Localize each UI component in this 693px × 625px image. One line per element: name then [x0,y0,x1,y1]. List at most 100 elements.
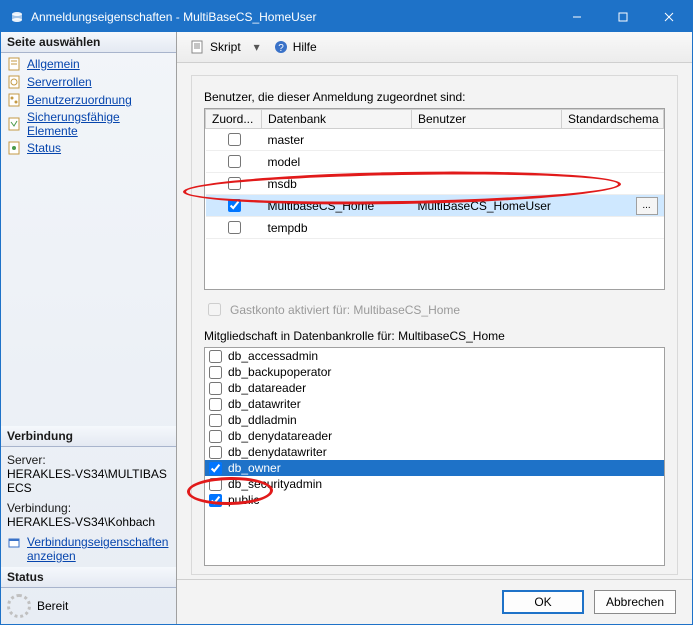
role-item[interactable]: db_accessadmin [205,348,664,364]
right-panel: Skript ▾ ? Hilfe Benutzer, die dieser An… [177,32,692,624]
svg-text:?: ? [278,43,284,54]
app-icon [9,9,25,25]
role-checkbox[interactable] [209,350,222,363]
cell-user: MultiBaseCS_HomeUser [412,195,562,217]
sidebar-item-allgemein[interactable]: Allgemein [1,55,176,73]
map-checkbox[interactable] [228,221,241,234]
role-item[interactable]: db_denydatareader [205,428,664,444]
db-mapping-grid[interactable]: Zuord... Datenbank Benutzer Standardsche… [204,108,665,290]
sidebar-item-benutzerzuordnung[interactable]: Benutzerzuordnung [1,91,176,109]
cell-database: tempdb [262,217,412,239]
table-row[interactable]: master [206,129,664,151]
page-icon [7,116,23,132]
status-text: Bereit [37,599,68,613]
map-checkbox[interactable] [228,155,241,168]
cell-database: master [262,129,412,151]
cell-user [412,151,562,173]
help-button[interactable]: ? Hilfe [266,36,324,58]
page-icon [7,74,23,90]
dialog-window: Anmeldungseigenschaften - MultiBaseCS_Ho… [0,0,693,625]
connection-info: Server: HERAKLES-VS34\MULTIBASECS Verbin… [1,447,176,567]
ok-button[interactable]: OK [502,590,584,614]
connection-properties-link[interactable]: Verbindungseigenschaften anzeigen [27,535,170,563]
minimize-button[interactable] [554,1,600,32]
title-bar: Anmeldungseigenschaften - MultiBaseCS_Ho… [1,1,692,32]
table-row[interactable]: MultibaseCS_HomeMultiBaseCS_HomeUser... [206,195,664,217]
roles-caption: Mitgliedschaft in Datenbankrolle für: Mu… [204,329,665,343]
role-checkbox[interactable] [209,494,222,507]
browse-schema-button[interactable]: ... [636,197,658,215]
table-row[interactable]: msdb [206,173,664,195]
role-item[interactable]: db_denydatawriter [205,444,664,460]
role-label: db_datareader [228,381,306,395]
role-checkbox[interactable] [209,462,222,475]
map-checkbox[interactable] [228,199,241,212]
role-checkbox[interactable] [209,366,222,379]
sidebar-item-label: Serverrollen [27,75,92,89]
script-button[interactable]: Skript [183,36,248,58]
cell-database: MultibaseCS_Home [262,195,412,217]
page-icon [7,140,23,156]
guest-checkbox [208,303,221,316]
sidebar-item-label: Allgemein [27,57,80,71]
cell-database: msdb [262,173,412,195]
status-header: Status [1,567,176,588]
connection-label: Verbindung: [7,501,170,515]
roles-listbox[interactable]: db_accessadmindb_backupoperator db_datare… [204,347,665,566]
role-checkbox[interactable] [209,398,222,411]
map-checkbox[interactable] [228,133,241,146]
role-item[interactable]: db_datareader [205,380,664,396]
cell-schema [562,129,664,151]
sidebar-item-serverrollen[interactable]: Serverrollen [1,73,176,91]
role-label: db_datawriter [228,397,301,411]
server-label: Server: [7,453,170,467]
cell-schema: ... [562,195,664,217]
sidebar-item-sicherungsfähige-elemente[interactable]: Sicherungsfähige Elemente [1,109,176,139]
cell-user [412,129,562,151]
role-label: db_ddladmin [228,413,297,427]
mapping-caption: Benutzer, die dieser Anmeldung zugeordne… [204,90,665,104]
sidebar-item-label: Status [27,141,61,155]
role-label: db_denydatawriter [228,445,327,459]
cell-database: model [262,151,412,173]
close-button[interactable] [646,1,692,32]
cancel-button[interactable]: Abbrechen [594,590,676,614]
role-item[interactable]: db_backupoperator [205,364,664,380]
connection-header: Verbindung [1,426,176,447]
role-checkbox[interactable] [209,478,222,491]
role-checkbox[interactable] [209,382,222,395]
role-item[interactable]: db_ddladmin [205,412,664,428]
col-user[interactable]: Benutzer [412,110,562,129]
toolbar: Skript ▾ ? Hilfe [177,32,692,63]
col-schema[interactable]: Standardschema [562,110,664,129]
window-title: Anmeldungseigenschaften - MultiBaseCS_Ho… [31,10,554,24]
page-select-header: Seite auswählen [1,32,176,53]
connection-value: HERAKLES-VS34\Kohbach [7,515,170,529]
table-row[interactable]: tempdb [206,217,664,239]
role-item[interactable]: public [205,492,664,508]
page-icon [7,56,23,72]
dropdown-arrow-icon[interactable]: ▾ [252,40,262,54]
map-checkbox[interactable] [228,177,241,190]
role-item[interactable]: db_datawriter [205,396,664,412]
sidebar-item-label: Sicherungsfähige Elemente [27,110,172,138]
col-map[interactable]: Zuord... [206,110,262,129]
connection-props-icon [7,535,23,551]
table-row[interactable]: model [206,151,664,173]
sidebar-item-label: Benutzerzuordnung [27,93,132,107]
cell-user [412,217,562,239]
role-checkbox[interactable] [209,446,222,459]
cell-user [412,173,562,195]
maximize-button[interactable] [600,1,646,32]
help-label: Hilfe [293,40,317,54]
col-database[interactable]: Datenbank [262,110,412,129]
role-checkbox[interactable] [209,414,222,427]
help-icon: ? [273,39,289,55]
sidebar-item-status[interactable]: Status [1,139,176,157]
guest-label: Gastkonto aktiviert für: MultibaseCS_Hom… [230,303,460,317]
role-item[interactable]: db_owner [205,460,664,476]
dialog-footer: OK Abbrechen [177,579,692,624]
role-label: db_backupoperator [228,365,331,379]
role-item[interactable]: db_securityadmin [205,476,664,492]
role-checkbox[interactable] [209,430,222,443]
